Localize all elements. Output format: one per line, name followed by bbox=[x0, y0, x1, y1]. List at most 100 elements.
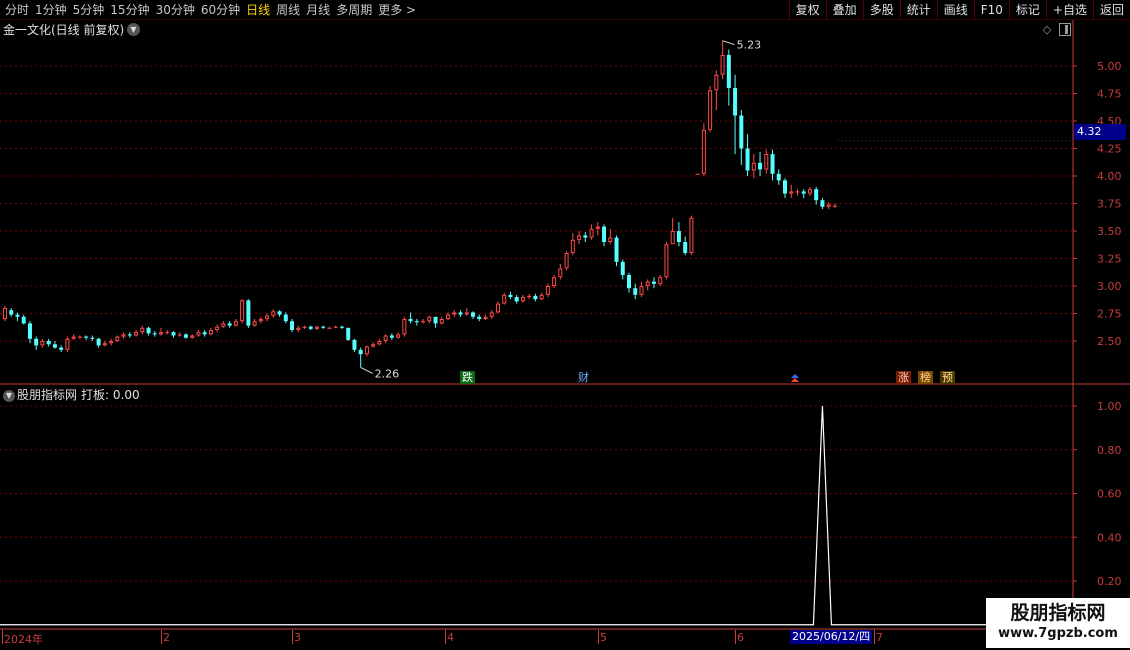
indicator-header: ▼ 股朋指标网 打板: 0.00 bbox=[3, 387, 140, 403]
badge-finance[interactable]: 财 bbox=[576, 371, 591, 384]
watermark-url: www.7gpzb.com bbox=[998, 626, 1118, 641]
candle-body bbox=[34, 338, 39, 346]
candle-body bbox=[583, 235, 588, 238]
date-label-5: 6 bbox=[737, 631, 744, 644]
candle-body bbox=[751, 162, 756, 171]
date-label-0: 2024年 bbox=[4, 633, 43, 646]
date-label-1: 2 bbox=[163, 631, 170, 644]
candle-body bbox=[109, 341, 114, 344]
candle-body bbox=[645, 281, 650, 287]
date-label-2: 3 bbox=[294, 631, 301, 644]
candle-body bbox=[159, 332, 163, 335]
candle-body bbox=[651, 281, 656, 284]
candle-body bbox=[720, 55, 725, 75]
candle-body bbox=[602, 226, 607, 242]
candle-body bbox=[795, 191, 800, 193]
candle-body bbox=[495, 303, 500, 313]
candle-body bbox=[408, 319, 413, 322]
candle-body bbox=[471, 312, 475, 317]
indicator-name: 股朋指标网 bbox=[17, 388, 78, 402]
candle-body bbox=[807, 189, 812, 194]
candle-body bbox=[46, 341, 51, 345]
candle-body bbox=[533, 295, 538, 300]
candle-body bbox=[271, 311, 276, 316]
low-price-label: 2.26 bbox=[375, 367, 400, 380]
candle-body bbox=[695, 173, 700, 175]
candle-body bbox=[346, 327, 351, 340]
candle-body bbox=[65, 338, 70, 350]
chevron-down-icon[interactable]: ▼ bbox=[3, 389, 15, 402]
candle-body bbox=[689, 217, 694, 254]
date-cursor-label: 2025/06/12/四 bbox=[790, 630, 873, 644]
candle-body bbox=[196, 332, 201, 336]
candle-body bbox=[670, 231, 675, 245]
candle-body bbox=[714, 74, 719, 91]
price-tick-label: 5.00 bbox=[1097, 60, 1122, 73]
panel-toggle-icon[interactable] bbox=[1059, 23, 1071, 36]
chart-canvas[interactable]: 5.004.754.504.254.003.753.503.253.002.75… bbox=[0, 0, 1130, 650]
candle-body bbox=[464, 312, 469, 315]
badge-rise[interactable]: 涨 bbox=[896, 371, 911, 384]
chevron-down-icon[interactable]: ▼ bbox=[127, 23, 140, 36]
candle-body bbox=[396, 334, 401, 338]
candle-body bbox=[227, 323, 232, 326]
arrow-up-icon[interactable] bbox=[790, 373, 800, 383]
date-tick-mark bbox=[2, 630, 3, 644]
candle-body bbox=[265, 315, 270, 320]
candle-body bbox=[327, 327, 332, 329]
candle-body bbox=[84, 336, 89, 338]
candle-body bbox=[383, 335, 388, 341]
candle-body bbox=[59, 347, 64, 350]
price-tick-label: 3.00 bbox=[1097, 280, 1122, 293]
current-price-tag: 4.32 bbox=[1074, 124, 1126, 140]
candle-body bbox=[3, 308, 7, 319]
candle-body bbox=[252, 321, 257, 326]
indicator-tick-label: 0.20 bbox=[1097, 575, 1122, 588]
watermark: 股朋指标网 www.7gpzb.com bbox=[986, 598, 1130, 648]
candle-body bbox=[502, 294, 507, 304]
candle-body bbox=[801, 191, 806, 194]
candle-body bbox=[627, 275, 631, 289]
price-tick-label: 3.50 bbox=[1097, 225, 1122, 238]
candle-body bbox=[52, 344, 57, 348]
date-tick-mark bbox=[292, 630, 293, 644]
date-label-4: 5 bbox=[600, 631, 607, 644]
candle-body bbox=[202, 332, 207, 335]
candle-body bbox=[165, 332, 170, 334]
candle-body bbox=[127, 334, 132, 336]
candle-body bbox=[832, 205, 837, 207]
candle-body bbox=[539, 294, 544, 300]
candle-body bbox=[190, 335, 195, 338]
candle-body bbox=[171, 332, 176, 336]
candle-body bbox=[208, 330, 213, 335]
candle-body bbox=[783, 180, 787, 194]
candle-body bbox=[115, 336, 120, 342]
candle-body bbox=[277, 311, 282, 315]
candle-body bbox=[371, 344, 376, 347]
candle-body bbox=[520, 297, 525, 302]
badge-rank[interactable]: 榜 bbox=[918, 371, 933, 384]
candle-body bbox=[527, 295, 532, 297]
indicator-tick-label: 0.80 bbox=[1097, 444, 1122, 457]
price-tick-label: 4.00 bbox=[1097, 170, 1122, 183]
diamond-icon[interactable]: ◇ bbox=[1041, 24, 1053, 36]
date-label-6: 7 bbox=[876, 631, 883, 644]
watermark-title: 股朋指标网 bbox=[1010, 602, 1106, 624]
candle-body bbox=[221, 323, 226, 327]
candle-body bbox=[102, 343, 107, 346]
candle-body bbox=[789, 191, 794, 194]
candle-body bbox=[633, 288, 638, 295]
candle-body bbox=[552, 277, 557, 287]
indicator-tick-label: 0.60 bbox=[1097, 488, 1122, 501]
candle-body bbox=[508, 294, 513, 297]
price-tick-label: 4.25 bbox=[1097, 143, 1122, 156]
candle-body bbox=[739, 115, 744, 149]
candle-body bbox=[140, 327, 145, 333]
candle-body bbox=[745, 148, 750, 171]
price-tick-label: 3.25 bbox=[1097, 253, 1122, 266]
badge-forecast[interactable]: 预 bbox=[940, 371, 955, 384]
candle-body bbox=[452, 312, 457, 315]
candle-body bbox=[439, 319, 444, 324]
low-marker-line bbox=[360, 366, 373, 374]
badge-fall[interactable]: 跌 bbox=[460, 371, 475, 384]
